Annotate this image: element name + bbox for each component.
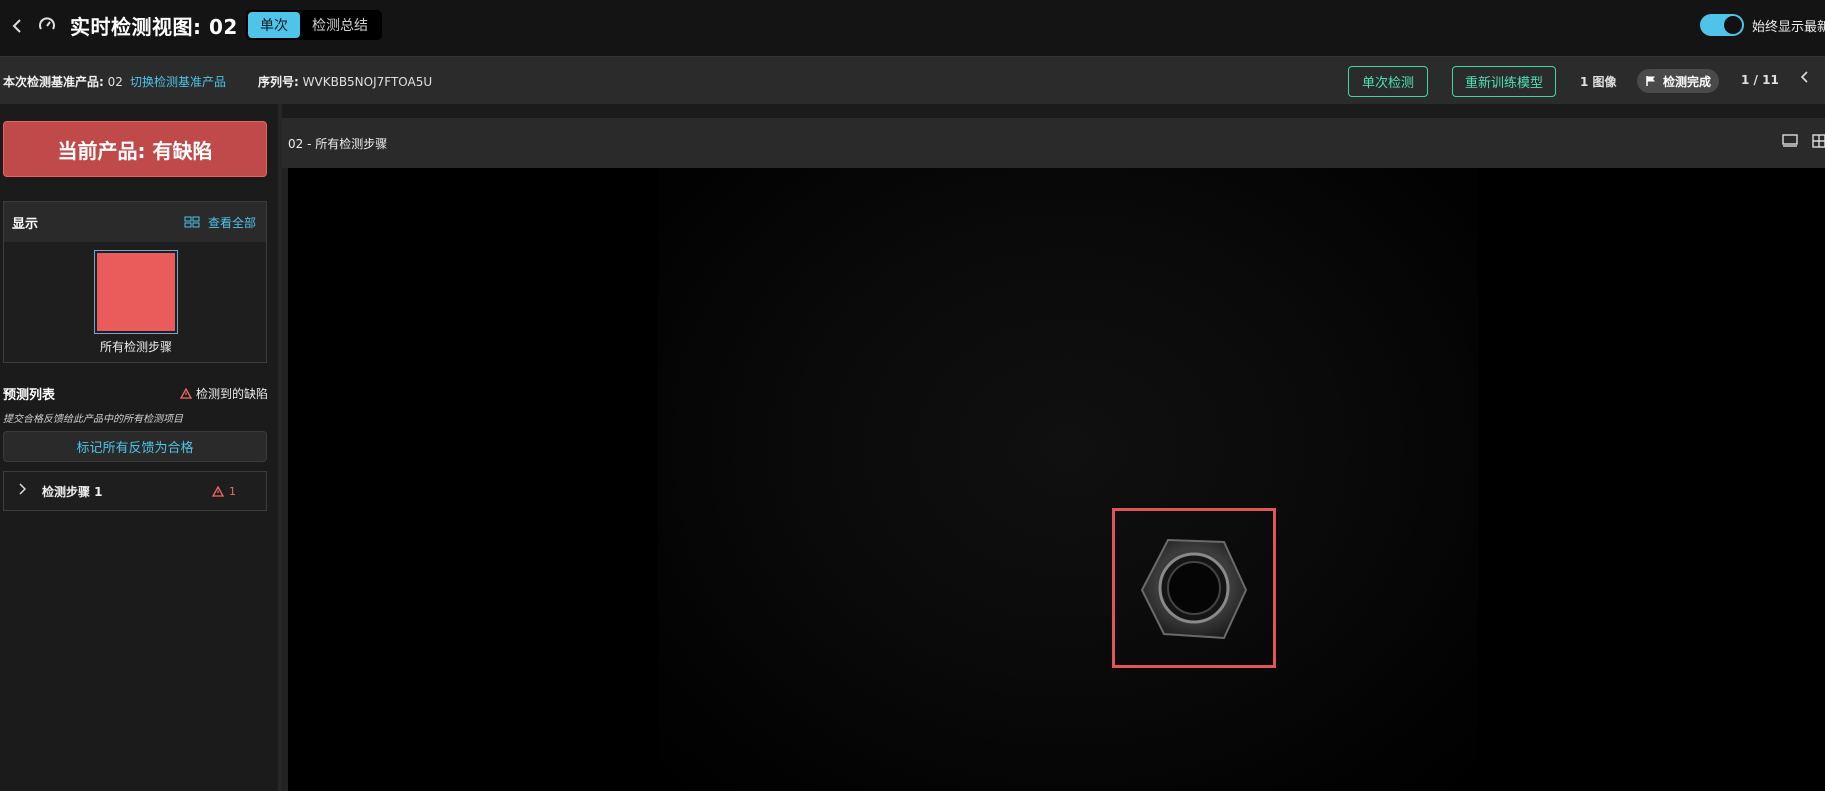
single-inspect-button[interactable]: 单次检测 [1348,66,1428,97]
feedback-hint: 提交合格反馈给此产品中的所有检测项目 [3,414,183,425]
view-all-button[interactable]: 查看全部 [184,214,256,231]
image-viewer: 02 - 所有检测步骤 [282,118,1825,791]
defects-found-legend: 检测到的缺陷 [180,385,268,402]
top-bar: 实时检测视图: 02 单次 检测总结 始终显示最新 [0,0,1825,56]
baseline-value: 02 [107,75,123,89]
serial-label: 序列号: [258,75,299,89]
product-status-banner: 当前产品: 有缺陷 [3,121,267,177]
defects-found-label: 检测到的缺陷 [196,387,269,401]
display-panel-header: 显示 查看全部 [4,202,266,242]
inspection-image[interactable] [288,168,1825,791]
info-bar: 本次检测基准产品: 02 切换检测基准产品 序列号: WVKBB5NOJ7FTO… [0,56,1825,104]
prev-icon[interactable] [1800,70,1810,87]
mark-all-ok-button[interactable]: 标记所有反馈为合格 [3,431,267,462]
baseline-info: 本次检测基准产品: 02 [3,73,123,90]
view-all-label: 查看全部 [207,215,256,230]
viewer-toolbar [1782,133,1825,152]
status-text: 检测完成 [1663,74,1712,89]
display-title: 显示 [12,216,39,232]
grid-icon [184,216,200,228]
retrain-model-button[interactable]: 重新训练模型 [1452,66,1556,97]
pager: 1 / 11 [1741,73,1779,87]
serial-value: WVKBB5NOJ7FTOA5U [302,75,433,89]
always-show-latest-toggle[interactable] [1700,14,1744,36]
switch-baseline-link[interactable]: 切换检测基准产品 [130,73,226,90]
prediction-list-title: 预测列表 [3,388,56,403]
display-panel: 显示 查看全部 所有检测步骤 [3,201,267,363]
back-arrow-icon[interactable] [8,16,28,36]
step-thumbnail[interactable] [94,250,178,334]
image-background [658,168,1478,791]
step-defect-count-value: 1 [229,484,236,498]
grid-view-icon[interactable] [1812,133,1825,152]
view-mode-switch: 单次 检测总结 [246,10,382,40]
single-view-icon[interactable] [1782,133,1798,152]
warning-icon [180,388,192,399]
warning-icon [212,485,224,497]
page-title: 实时检测视图: 02 [70,15,238,39]
status-badge: 检测完成 [1637,69,1720,93]
left-sidebar: 当前产品: 有缺陷 显示 查看全部 所有检测步骤 预测列表 检测到的缺陷 提交合… [0,104,278,791]
list-item[interactable]: 检测步骤 1 1 [3,471,267,511]
thumbnail-swatch [97,253,175,331]
baseline-label: 本次检测基准产品: [3,75,104,89]
tab-single[interactable]: 单次 [248,12,300,38]
image-count: 1 图像 [1580,75,1617,89]
tab-summary[interactable]: 检测总结 [300,12,380,38]
serial-info: 序列号: WVKBB5NOJ7FTOA5U [258,73,432,90]
chevron-right-icon[interactable] [18,483,32,499]
viewer-header: 02 - 所有检测步骤 [282,118,1825,168]
thumbnail-label: 所有检测步骤 [99,340,172,354]
step-defect-count: 1 [212,485,236,498]
defect-bounding-box[interactable] [1112,508,1276,668]
viewer-title: 02 - 所有检测步骤 [288,136,388,151]
step-label: 检测步骤 1 [42,484,103,499]
flag-icon [1646,76,1655,86]
gauge-icon [38,16,58,36]
always-show-latest-label: 始终显示最新 [1752,20,1825,35]
